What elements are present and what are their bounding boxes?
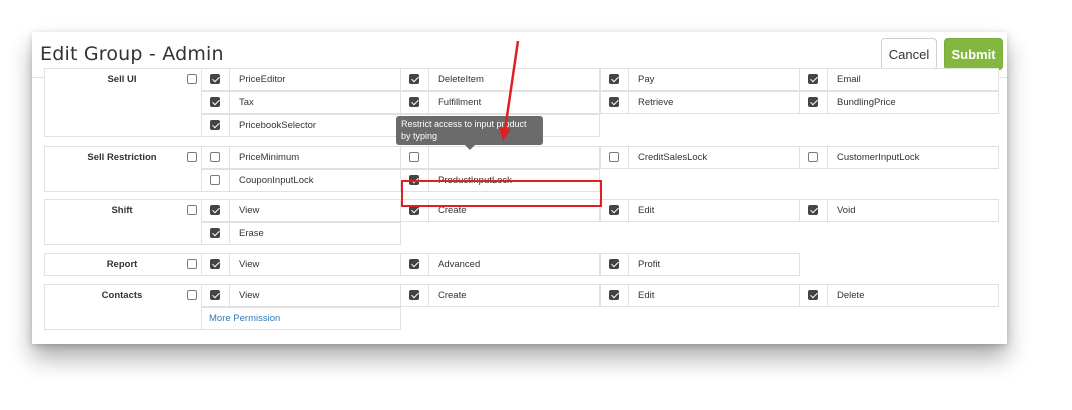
annotation-arrow xyxy=(499,40,520,141)
